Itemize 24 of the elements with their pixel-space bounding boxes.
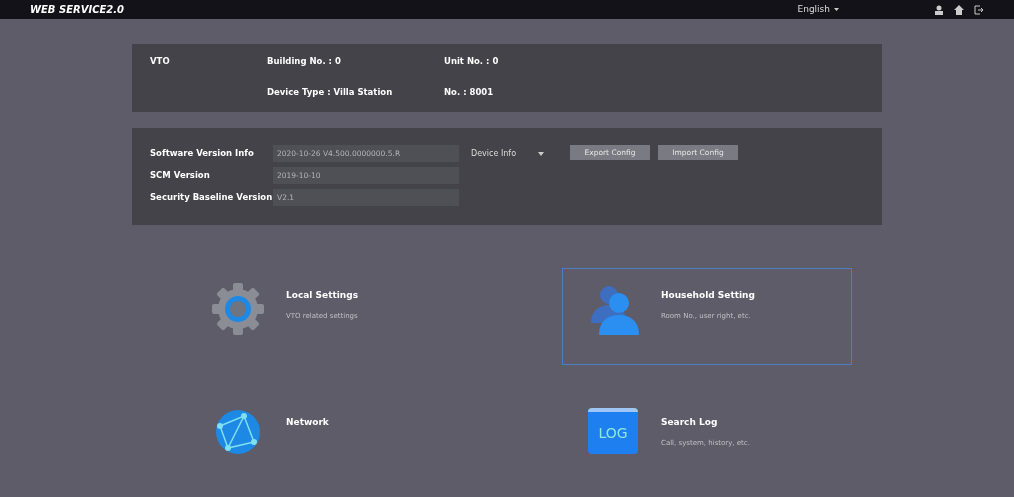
- tile-title: Household Setting: [661, 289, 755, 302]
- user-icon[interactable]: [934, 4, 944, 15]
- version-label: SCM Version: [150, 169, 211, 182]
- device-type: VTO: [150, 55, 171, 68]
- caret-icon: [538, 151, 545, 156]
- logo: WEB SERVICE2.0: [30, 3, 125, 17]
- language-dropdown[interactable]: English: [797, 2, 839, 17]
- home-icon[interactable]: [954, 4, 964, 15]
- version-label: Software Version Info: [150, 147, 255, 160]
- device-field: Building No. : 0: [267, 55, 444, 82]
- log-book-icon: LOG: [588, 408, 638, 454]
- globe-icon: [214, 408, 262, 456]
- logout-icon[interactable]: [974, 4, 984, 15]
- tile-title: Network: [286, 416, 329, 429]
- settings-tile[interactable]: Network: [187, 395, 547, 492]
- device-field: No. : 8001: [444, 85, 594, 112]
- device-info-dropdown[interactable]: Device Info: [467, 145, 562, 162]
- tile-title: Search Log: [661, 416, 719, 429]
- device-field: Unit No. : 0: [444, 55, 594, 82]
- device-field: Device Type : Villa Station: [267, 85, 444, 112]
- version-label: Security Baseline Version: [150, 191, 273, 204]
- gear-icon: [210, 281, 266, 337]
- caret-icon: [834, 8, 839, 11]
- tile-title: Local Settings: [286, 289, 359, 302]
